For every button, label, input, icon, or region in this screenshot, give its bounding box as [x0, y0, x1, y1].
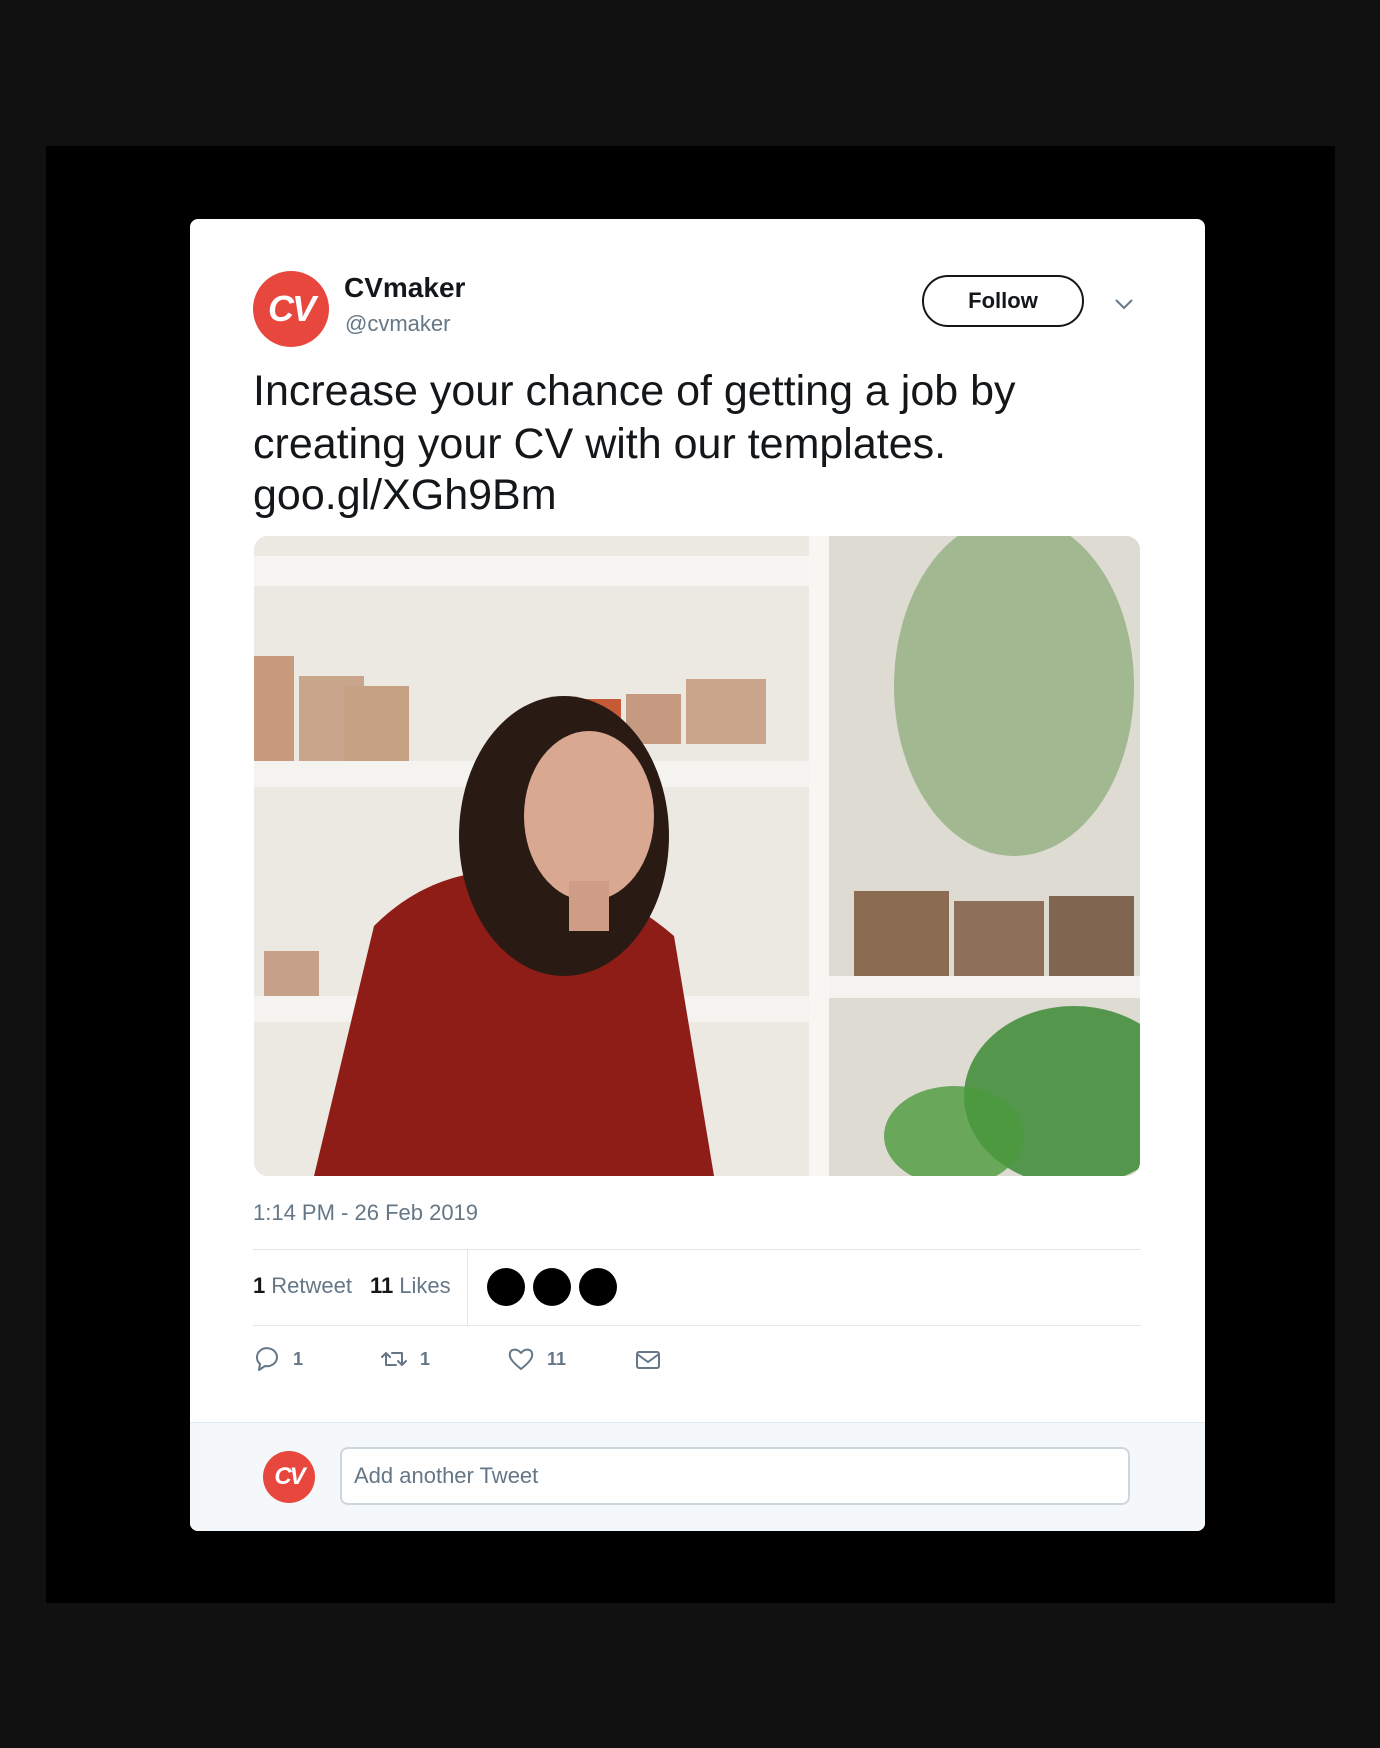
- retweets-stat[interactable]: 1 Retweet: [253, 1273, 352, 1299]
- divider: [253, 1249, 1141, 1250]
- likes-stat[interactable]: 11 Likes: [370, 1273, 451, 1299]
- liker-avatar[interactable]: [579, 1268, 617, 1306]
- heart-icon: [508, 1348, 534, 1370]
- divider: [253, 1325, 1141, 1326]
- likes-label: Likes: [399, 1273, 451, 1298]
- like-button[interactable]: 11: [507, 1345, 566, 1373]
- tweet-photo[interactable]: [254, 536, 1140, 1176]
- author-avatar[interactable]: CV: [253, 271, 329, 347]
- likes-count: 11: [369, 1273, 394, 1298]
- retweet-icon: [381, 1352, 407, 1366]
- retweets-label: Retweet: [271, 1273, 352, 1298]
- retweets-count: 1: [253, 1273, 266, 1298]
- author-handle[interactable]: @cvmaker: [345, 311, 450, 337]
- reply-button[interactable]: 1: [253, 1345, 303, 1373]
- tweet-link[interactable]: goo.gl/XGh9Bm: [253, 471, 1153, 519]
- message-icon: [636, 1351, 660, 1369]
- reply-count: 1: [293, 1348, 304, 1369]
- liker-avatars: [487, 1268, 617, 1306]
- liker-avatar[interactable]: [533, 1268, 571, 1306]
- follow-button[interactable]: Follow: [922, 275, 1084, 327]
- retweet-count: 1: [420, 1348, 431, 1369]
- user-avatar[interactable]: CV: [263, 1451, 315, 1503]
- add-tweet-input[interactable]: [340, 1447, 1130, 1505]
- tweet-text: Increase your chance of getting a job by…: [253, 365, 1153, 519]
- retweet-button[interactable]: 1: [380, 1345, 430, 1373]
- chevron-down-icon[interactable]: [1114, 297, 1134, 311]
- like-count: 11: [547, 1348, 567, 1369]
- tweet-stats: 1 Retweet 11 Likes: [253, 1273, 451, 1299]
- reply-icon: [256, 1347, 278, 1371]
- liker-avatar[interactable]: [487, 1268, 525, 1306]
- photo-woman-with-plants: [254, 536, 1140, 1176]
- direct-message-button[interactable]: [634, 1345, 662, 1373]
- tweet-timestamp[interactable]: 1:14 PM - 26 Feb 2019: [253, 1200, 478, 1226]
- tweet-body: Increase your chance of getting a job by…: [253, 367, 1016, 468]
- stats-separator: [467, 1250, 468, 1325]
- tweet-card: CV CVmaker @cvmaker Follow Increase your…: [190, 219, 1205, 1531]
- author-display-name[interactable]: CVmaker: [344, 272, 465, 304]
